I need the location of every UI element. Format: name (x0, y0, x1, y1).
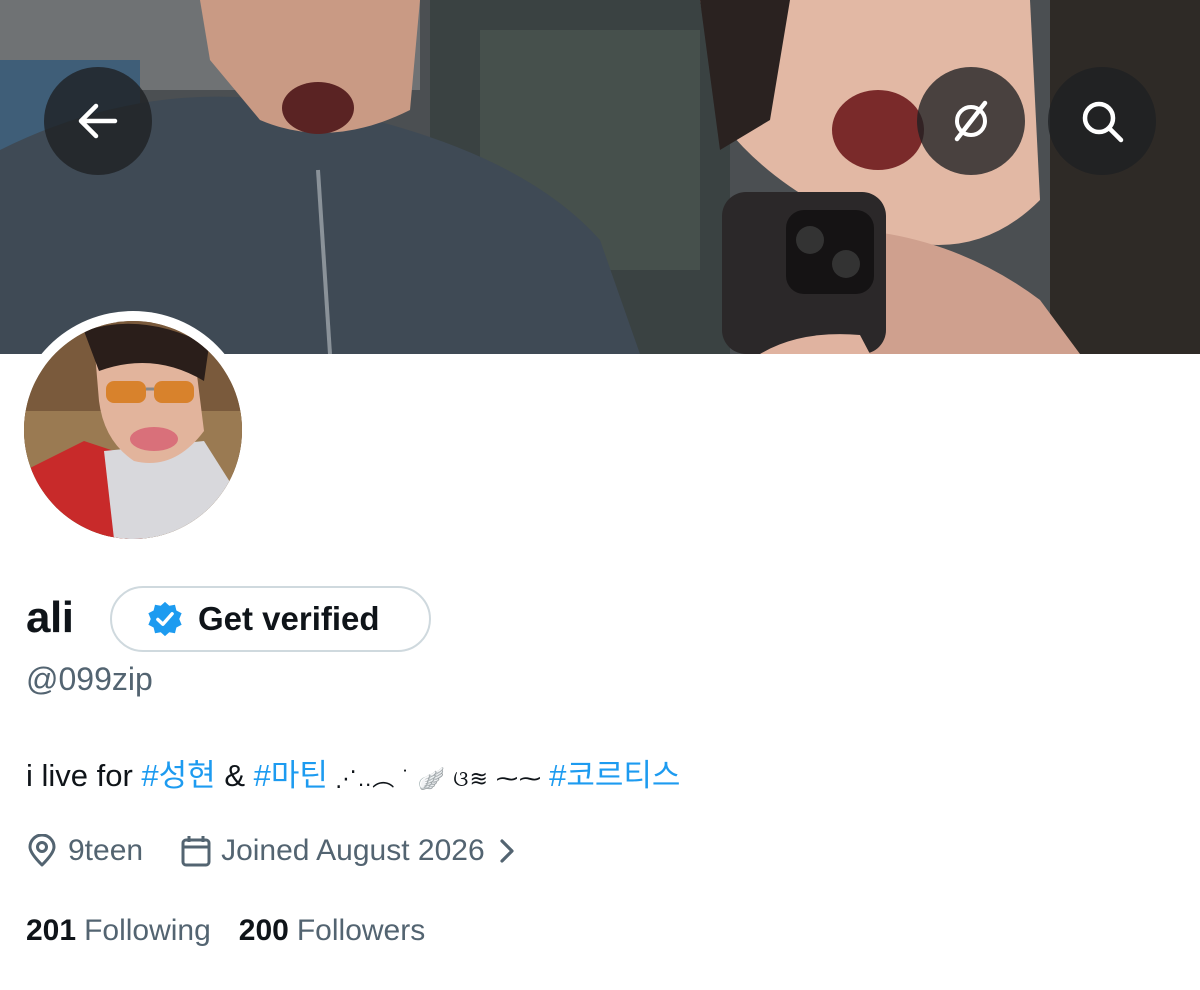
followers-link[interactable]: 200 Followers (239, 914, 425, 948)
verified-badge-icon (148, 601, 182, 637)
hashtag-link[interactable]: #성현 (141, 758, 215, 793)
bio-text: i live for (26, 758, 142, 793)
banner-photo (0, 0, 1200, 354)
profile-banner[interactable] (0, 0, 1200, 354)
hashtag-link[interactable]: #코르티스 (549, 758, 680, 793)
following-count: 201 (26, 914, 77, 947)
profile-meta: 9teen Joined August 2026 (26, 830, 525, 872)
search-icon (1082, 101, 1124, 143)
location-item: 9teen (26, 834, 143, 868)
back-button[interactable] (44, 67, 152, 175)
joined-item[interactable]: Joined August 2026 (181, 834, 525, 868)
arrow-left-icon (78, 103, 118, 139)
profile-bio: i live for #성현 & #마틴 ⋰..︵ ˙ 🪽 ଓ≋ ⁓⁓ #코르티… (26, 755, 680, 800)
avatar-photo (24, 321, 242, 539)
hashtag-link[interactable]: #마틴 (254, 758, 328, 793)
calendar-icon (181, 836, 211, 867)
location-text: 9teen (68, 834, 144, 867)
grok-icon (954, 100, 988, 142)
followers-label: Followers (296, 914, 426, 947)
followers-count: 200 (238, 914, 289, 947)
location-pin-icon (28, 834, 56, 867)
get-verified-button[interactable]: Get verified (110, 586, 431, 652)
search-button[interactable] (1048, 67, 1156, 175)
get-verified-label: Get verified (198, 600, 380, 637)
bio-decoration: ⋰..︵ ˙ 🪽 ଓ≋ ⁓⁓ (327, 766, 550, 791)
chevron-right-icon[interactable] (499, 838, 515, 864)
following-label: Following (84, 914, 211, 947)
following-link[interactable]: 201 Following (26, 914, 211, 948)
avatar[interactable] (14, 311, 252, 549)
grok-button[interactable] (917, 67, 1025, 175)
joined-text: Joined August 2026 (221, 834, 485, 867)
display-name: ali (26, 593, 74, 642)
follow-stats: 201 Following 200 Followers (26, 910, 425, 952)
user-handle: @099zip (26, 661, 153, 697)
bio-text: & (215, 758, 254, 793)
